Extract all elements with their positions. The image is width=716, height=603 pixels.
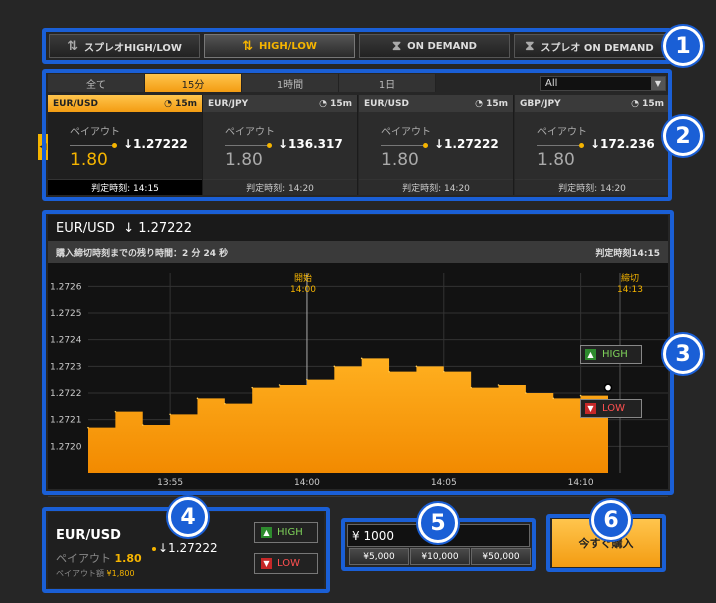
callout-box-1 <box>42 28 672 64</box>
callout-box-2 <box>42 69 672 201</box>
callout-badge-2: 2 <box>663 116 703 156</box>
callout-badge-4: 4 <box>168 497 208 537</box>
callout-box-3 <box>42 210 674 495</box>
callout-badge-3: 3 <box>663 334 703 374</box>
callout-badge-5: 5 <box>418 503 458 543</box>
callout-badge-1: 1 <box>663 26 703 66</box>
callout-badge-6: 6 <box>591 500 631 540</box>
